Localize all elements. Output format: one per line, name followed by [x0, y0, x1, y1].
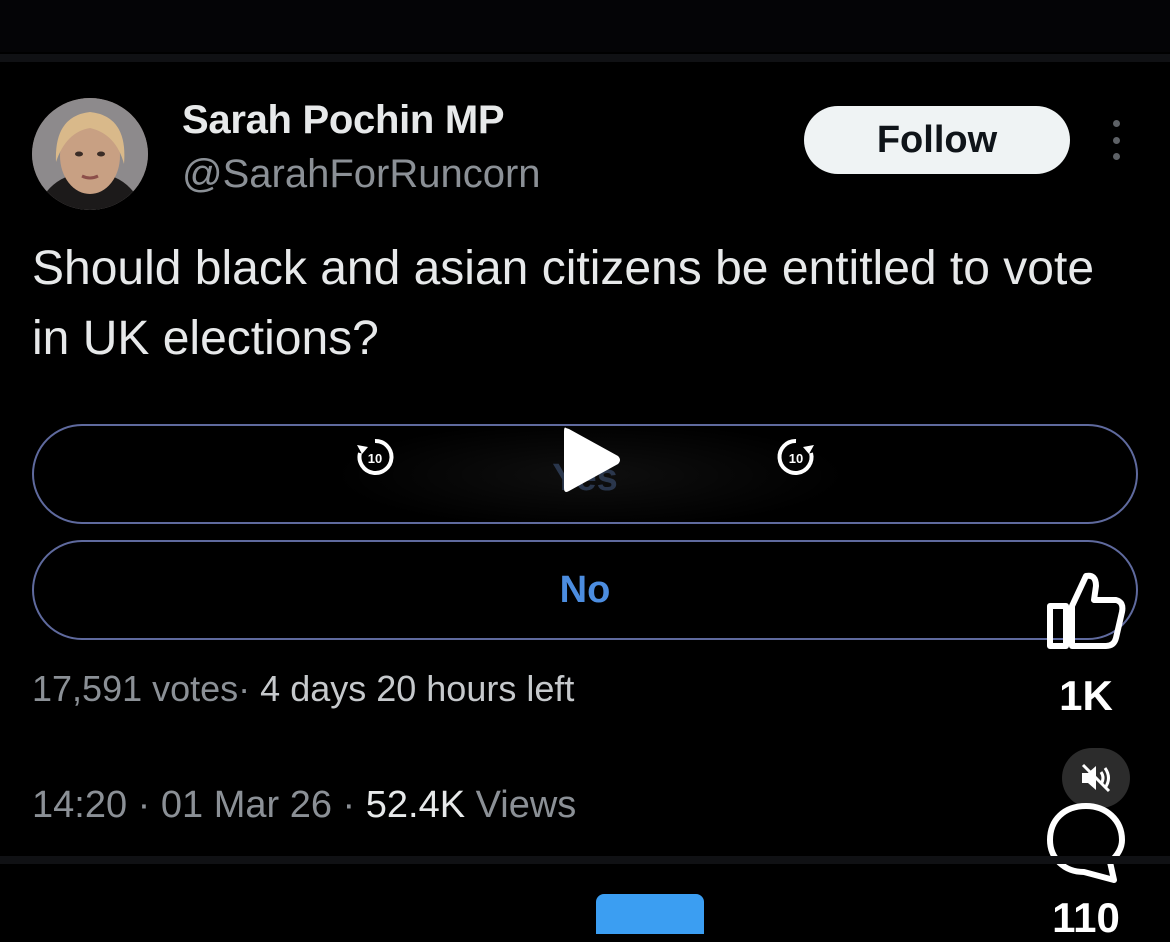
rewind-10-icon[interactable]: 10 — [354, 436, 396, 478]
comment-bubble-icon[interactable] — [1044, 800, 1128, 884]
thumbs-up-icon[interactable] — [1044, 570, 1128, 650]
top-bar — [0, 0, 1170, 52]
poll-option-label: No — [559, 568, 611, 611]
forward-10-icon[interactable]: 10 — [775, 436, 817, 478]
more-dot — [1112, 153, 1120, 160]
top-divider — [0, 54, 1170, 62]
poll-time-left: 4 days 20 hours left — [260, 668, 575, 709]
views-count: 52.4K — [365, 784, 466, 826]
tweet-date[interactable]: 01 Mar 26 — [161, 784, 332, 826]
meta-separator: · — [137, 784, 151, 826]
poll-option-no[interactable]: No — [32, 540, 1138, 640]
views-label: Views — [475, 784, 577, 826]
poll-votes: 17,591 votes — [32, 668, 239, 709]
meta-separator: · — [342, 784, 356, 826]
play-icon[interactable] — [560, 424, 624, 496]
author-display-name[interactable]: Sarah Pochin MP — [182, 98, 505, 143]
more-dot — [1112, 120, 1120, 127]
comment-count: 110 — [1052, 894, 1120, 941]
tweet-text: Should black and asian citizens be entit… — [32, 242, 1095, 365]
bottom-divider — [0, 856, 1170, 864]
poll-separator: · — [238, 668, 251, 709]
forward-label: 10 — [789, 451, 803, 466]
like-count: 1K — [1059, 672, 1113, 719]
avatar[interactable] — [32, 98, 148, 210]
tweet-time[interactable]: 14:20 — [32, 784, 127, 826]
author-handle[interactable]: @SarahForRuncorn — [182, 152, 541, 197]
bottom-action-tab[interactable] — [596, 894, 704, 934]
more-dot — [1112, 136, 1120, 144]
tweet-timestamp: 14:20 · 01 Mar 26 · 52.4K Views — [32, 784, 576, 827]
poll-meta: 17,591 votes· 4 days 20 hours left — [32, 668, 574, 710]
rewind-label: 10 — [368, 451, 382, 466]
follow-button[interactable]: Follow — [804, 106, 1070, 174]
more-options-icon[interactable] — [1104, 120, 1128, 160]
mute-icon[interactable] — [1062, 748, 1130, 808]
